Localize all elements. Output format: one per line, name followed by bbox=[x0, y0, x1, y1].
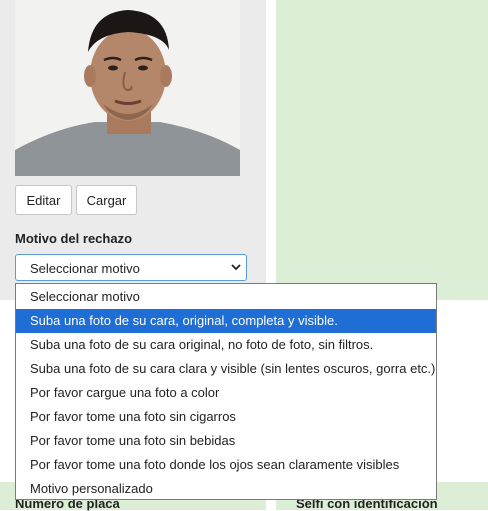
dropdown-option[interactable]: Motivo personalizado bbox=[16, 477, 436, 501]
dropdown-option[interactable]: Por favor cargue una foto a color bbox=[16, 381, 436, 405]
upload-button[interactable]: Cargar bbox=[76, 185, 137, 215]
dropdown-option[interactable]: Por favor tome una foto sin bebidas bbox=[16, 429, 436, 453]
dropdown-option[interactable]: Por favor tome una foto sin cigarros bbox=[16, 405, 436, 429]
profile-photo bbox=[15, 0, 240, 176]
chevron-down-icon bbox=[231, 264, 241, 271]
dropdown-option[interactable]: Suba una foto de su cara clara y visible… bbox=[16, 357, 436, 381]
dropdown-option[interactable]: Por favor tome una foto donde los ojos s… bbox=[16, 453, 436, 477]
dropdown-option[interactable]: Suba una foto de su cara original, no fo… bbox=[16, 333, 436, 357]
rejection-reason-select[interactable]: Seleccionar motivo bbox=[15, 254, 247, 281]
rejection-reason-label: Motivo del rechazo bbox=[15, 231, 133, 246]
dropdown-option[interactable]: Seleccionar motivo bbox=[16, 285, 436, 309]
edit-button[interactable]: Editar bbox=[15, 185, 72, 215]
dropdown-option-highlighted[interactable]: Suba una foto de su cara, original, comp… bbox=[16, 309, 436, 333]
rejection-reason-dropdown[interactable]: Seleccionar motivo Suba una foto de su c… bbox=[15, 283, 437, 500]
select-value: Seleccionar motivo bbox=[30, 261, 140, 276]
right-panel bbox=[276, 0, 488, 300]
